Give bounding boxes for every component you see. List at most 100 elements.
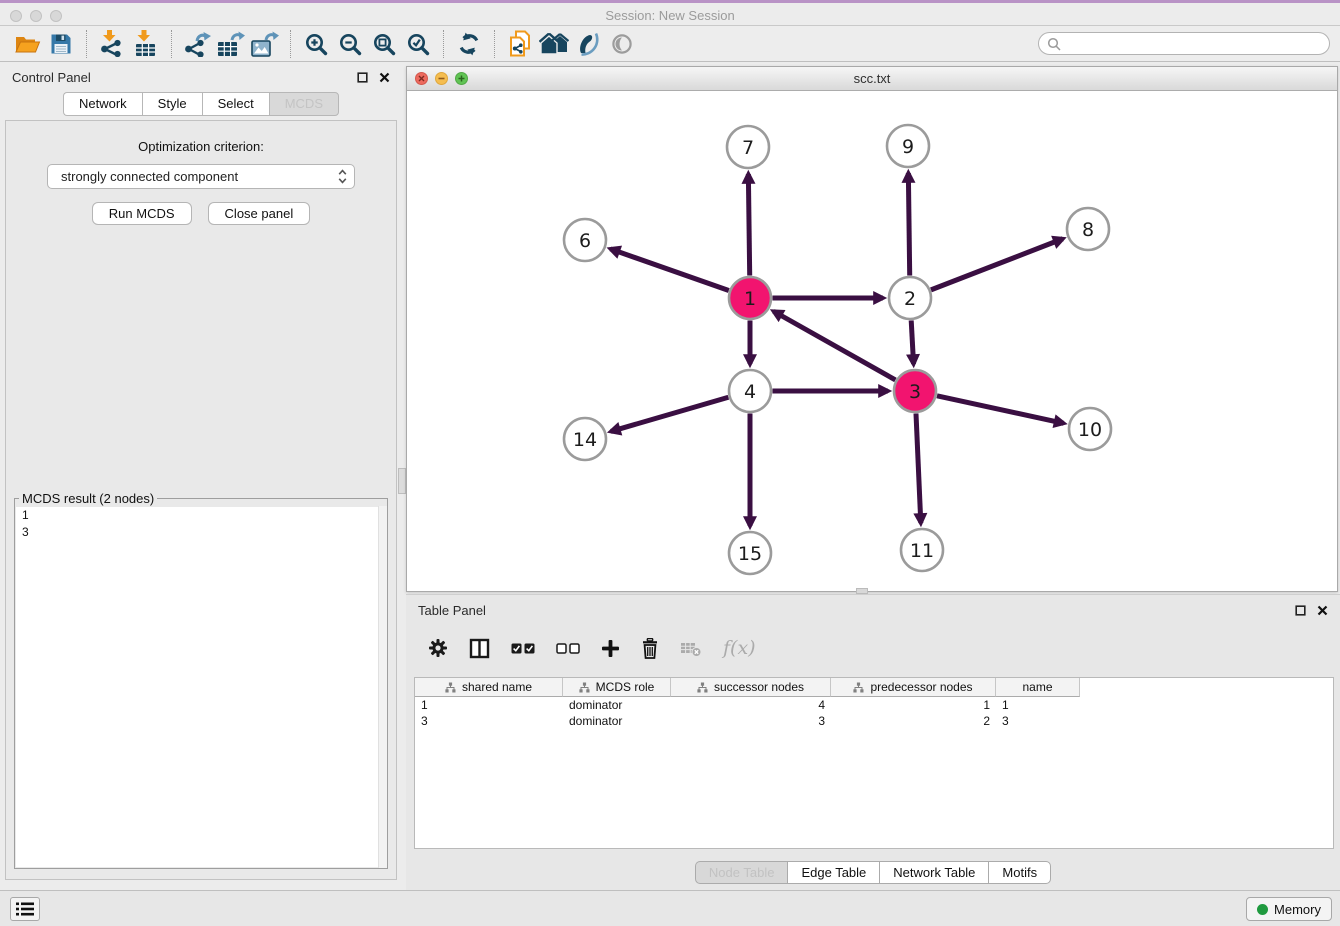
maximize-network-button[interactable] [455, 72, 468, 85]
paint-off-button[interactable] [571, 29, 605, 59]
table-cell[interactable]: 4 [671, 697, 831, 713]
toolbar-separator [171, 30, 172, 58]
graph-node-15[interactable]: 15 [729, 532, 771, 574]
zoom-out-button[interactable] [333, 29, 367, 59]
delete-column-button[interactable] [641, 638, 659, 659]
zoom-selected-button[interactable] [401, 29, 435, 59]
table-row[interactable]: 3dominator323 [415, 713, 1333, 729]
import-network-button[interactable] [95, 29, 129, 59]
graph-edge-3-11[interactable] [916, 413, 921, 523]
delete-table-button[interactable] [680, 640, 702, 657]
column-header-successor-nodes[interactable]: successor nodes [671, 678, 831, 697]
graph-node-8[interactable]: 8 [1067, 208, 1109, 250]
table-cell[interactable]: 1 [415, 697, 563, 713]
tab-motifs[interactable]: Motifs [988, 861, 1051, 884]
graph-edge-2-9[interactable] [908, 173, 909, 276]
graph-edge-4-14[interactable] [611, 397, 728, 431]
float-panel-icon[interactable] [357, 72, 368, 83]
result-line: 3 [16, 524, 386, 541]
close-network-button[interactable] [415, 72, 428, 85]
minimize-network-button[interactable] [435, 72, 448, 85]
graph-node-9[interactable]: 9 [887, 125, 929, 167]
float-panel-icon[interactable] [1295, 605, 1306, 616]
column-header-name[interactable]: name [996, 678, 1080, 697]
memory-button[interactable]: Memory [1246, 897, 1332, 921]
sort-tree-icon [445, 682, 456, 693]
node-table[interactable]: shared nameMCDS rolesuccessor nodesprede… [414, 677, 1334, 849]
copy-document-icon [508, 30, 532, 57]
zoom-fit-button[interactable] [367, 29, 401, 59]
graph-node-14[interactable]: 14 [564, 418, 606, 460]
tab-style[interactable]: Style [142, 92, 202, 116]
function-builder-button[interactable]: f(x) [723, 637, 756, 659]
apply-layout-button[interactable] [452, 29, 486, 59]
control-panel-title: Control Panel [12, 70, 91, 85]
tab-mcds[interactable]: MCDS [269, 92, 339, 116]
table-cell[interactable]: 1 [996, 697, 1080, 713]
graph-node-1[interactable]: 1 [729, 277, 771, 319]
graph-node-3[interactable]: 3 [894, 370, 936, 412]
graph-edge-2-3[interactable] [911, 320, 913, 364]
close-panel-icon[interactable] [379, 72, 390, 83]
table-cell[interactable]: 3 [415, 713, 563, 729]
column-header-shared-name[interactable]: shared name [415, 678, 563, 697]
export-table-button[interactable] [214, 29, 248, 59]
close-panel-icon[interactable] [1317, 605, 1328, 616]
graph-node-label: 10 [1078, 419, 1102, 441]
graph-edge-1-7[interactable] [748, 174, 749, 276]
export-network-button[interactable] [180, 29, 214, 59]
table-settings-button[interactable] [428, 638, 448, 658]
search-input[interactable] [1066, 37, 1321, 51]
close-panel-button[interactable]: Close panel [208, 202, 311, 225]
deselect-all-button[interactable] [556, 643, 580, 654]
graph-edge-1-6[interactable] [610, 249, 728, 291]
show-columns-button[interactable] [469, 638, 490, 659]
graph-edge-3-1[interactable] [774, 311, 896, 380]
vertical-splitter-handle[interactable] [398, 468, 406, 494]
open-session-button[interactable] [10, 29, 44, 59]
run-mcds-button[interactable]: Run MCDS [92, 202, 192, 225]
sort-tree-icon [579, 682, 590, 693]
task-history-button[interactable] [10, 897, 40, 921]
table-row[interactable]: 1dominator411 [415, 697, 1333, 713]
zoom-in-button[interactable] [299, 29, 333, 59]
save-session-button[interactable] [44, 29, 78, 59]
graph-edge-2-8[interactable] [931, 239, 1063, 290]
tab-network[interactable]: Network [63, 92, 142, 116]
graph-node-11[interactable]: 11 [901, 529, 943, 571]
tab-edge-table[interactable]: Edge Table [787, 861, 879, 884]
tab-select[interactable]: Select [202, 92, 269, 116]
graph-node-label: 3 [909, 381, 921, 403]
graph-node-7[interactable]: 7 [727, 126, 769, 168]
refresh-icon [457, 32, 481, 56]
graph-node-label: 14 [573, 429, 597, 451]
table-cell[interactable]: 3 [671, 713, 831, 729]
table-cell[interactable]: dominator [563, 713, 671, 729]
eye-disabled-button[interactable] [605, 29, 639, 59]
add-column-button[interactable] [601, 639, 620, 658]
tab-network-table[interactable]: Network Table [879, 861, 988, 884]
column-header-MCDS-role[interactable]: MCDS role [563, 678, 671, 697]
graph-node-2[interactable]: 2 [889, 277, 931, 319]
table-cell[interactable]: 2 [831, 713, 996, 729]
export-image-button[interactable] [248, 29, 282, 59]
column-header-predecessor-nodes[interactable]: predecessor nodes [831, 678, 996, 697]
show-all-networks-button[interactable] [537, 29, 571, 59]
criterion-select[interactable]: strongly connected component [47, 164, 355, 189]
graph-edge-3-10[interactable] [937, 396, 1064, 423]
copy-style-button[interactable] [503, 29, 537, 59]
table-cell[interactable]: dominator [563, 697, 671, 713]
table-cell[interactable]: 3 [996, 713, 1080, 729]
mcds-result-list[interactable]: 13 [16, 507, 386, 867]
export-image-icon [251, 31, 279, 57]
graph-node-6[interactable]: 6 [564, 219, 606, 261]
select-all-button[interactable] [511, 643, 535, 654]
import-table-button[interactable] [129, 29, 163, 59]
result-scrollbar[interactable] [378, 506, 387, 868]
tab-node-table[interactable]: Node Table [695, 861, 788, 884]
network-canvas[interactable]: 7 9 6 8 1 2 4 3 14 10 15 11 [407, 91, 1337, 591]
graph-node-4[interactable]: 4 [729, 370, 771, 412]
network-window-titlebar[interactable]: scc.txt [407, 67, 1337, 91]
graph-node-10[interactable]: 10 [1069, 408, 1111, 450]
table-cell[interactable]: 1 [831, 697, 996, 713]
